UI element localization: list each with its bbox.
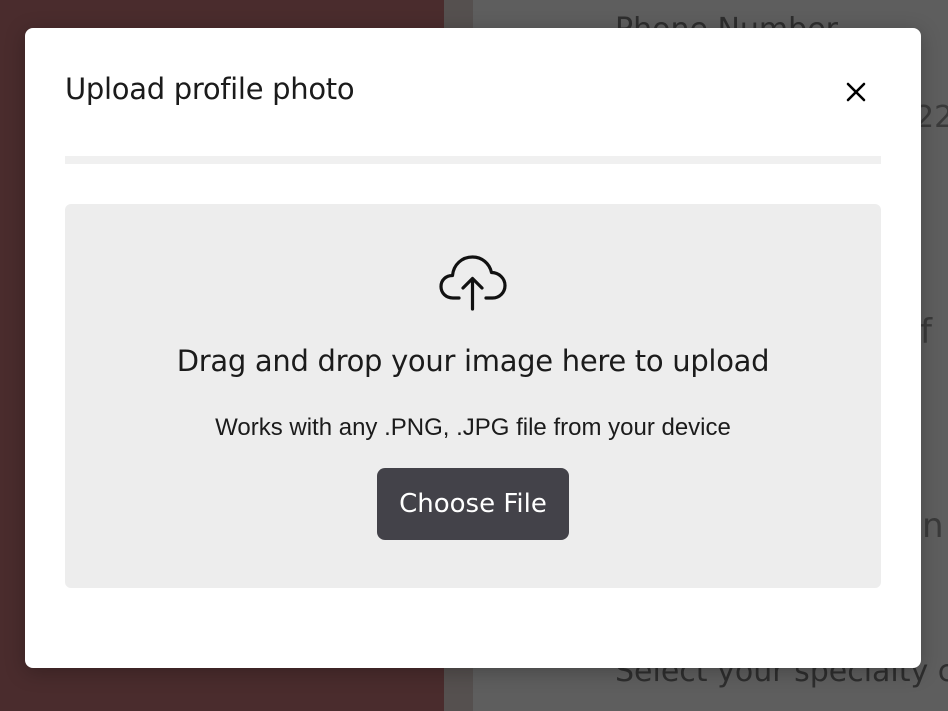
background-text-fragment: f xyxy=(920,312,932,352)
choose-file-button[interactable]: Choose File xyxy=(377,468,569,540)
upload-photo-modal: Upload profile photo Drag and drop your … xyxy=(25,28,921,668)
modal-title: Upload profile photo xyxy=(65,72,355,106)
modal-header-divider xyxy=(65,156,881,164)
dropzone-heading: Drag and drop your image here to upload xyxy=(176,344,770,378)
close-button[interactable] xyxy=(841,77,871,107)
close-icon xyxy=(846,82,866,102)
dropzone-subtext: Works with any .PNG, .JPG file from your… xyxy=(215,414,731,441)
file-dropzone[interactable]: Drag and drop your image here to upload … xyxy=(65,204,881,588)
cloud-upload-icon xyxy=(439,255,507,311)
background-text-fragment: n xyxy=(922,506,944,546)
